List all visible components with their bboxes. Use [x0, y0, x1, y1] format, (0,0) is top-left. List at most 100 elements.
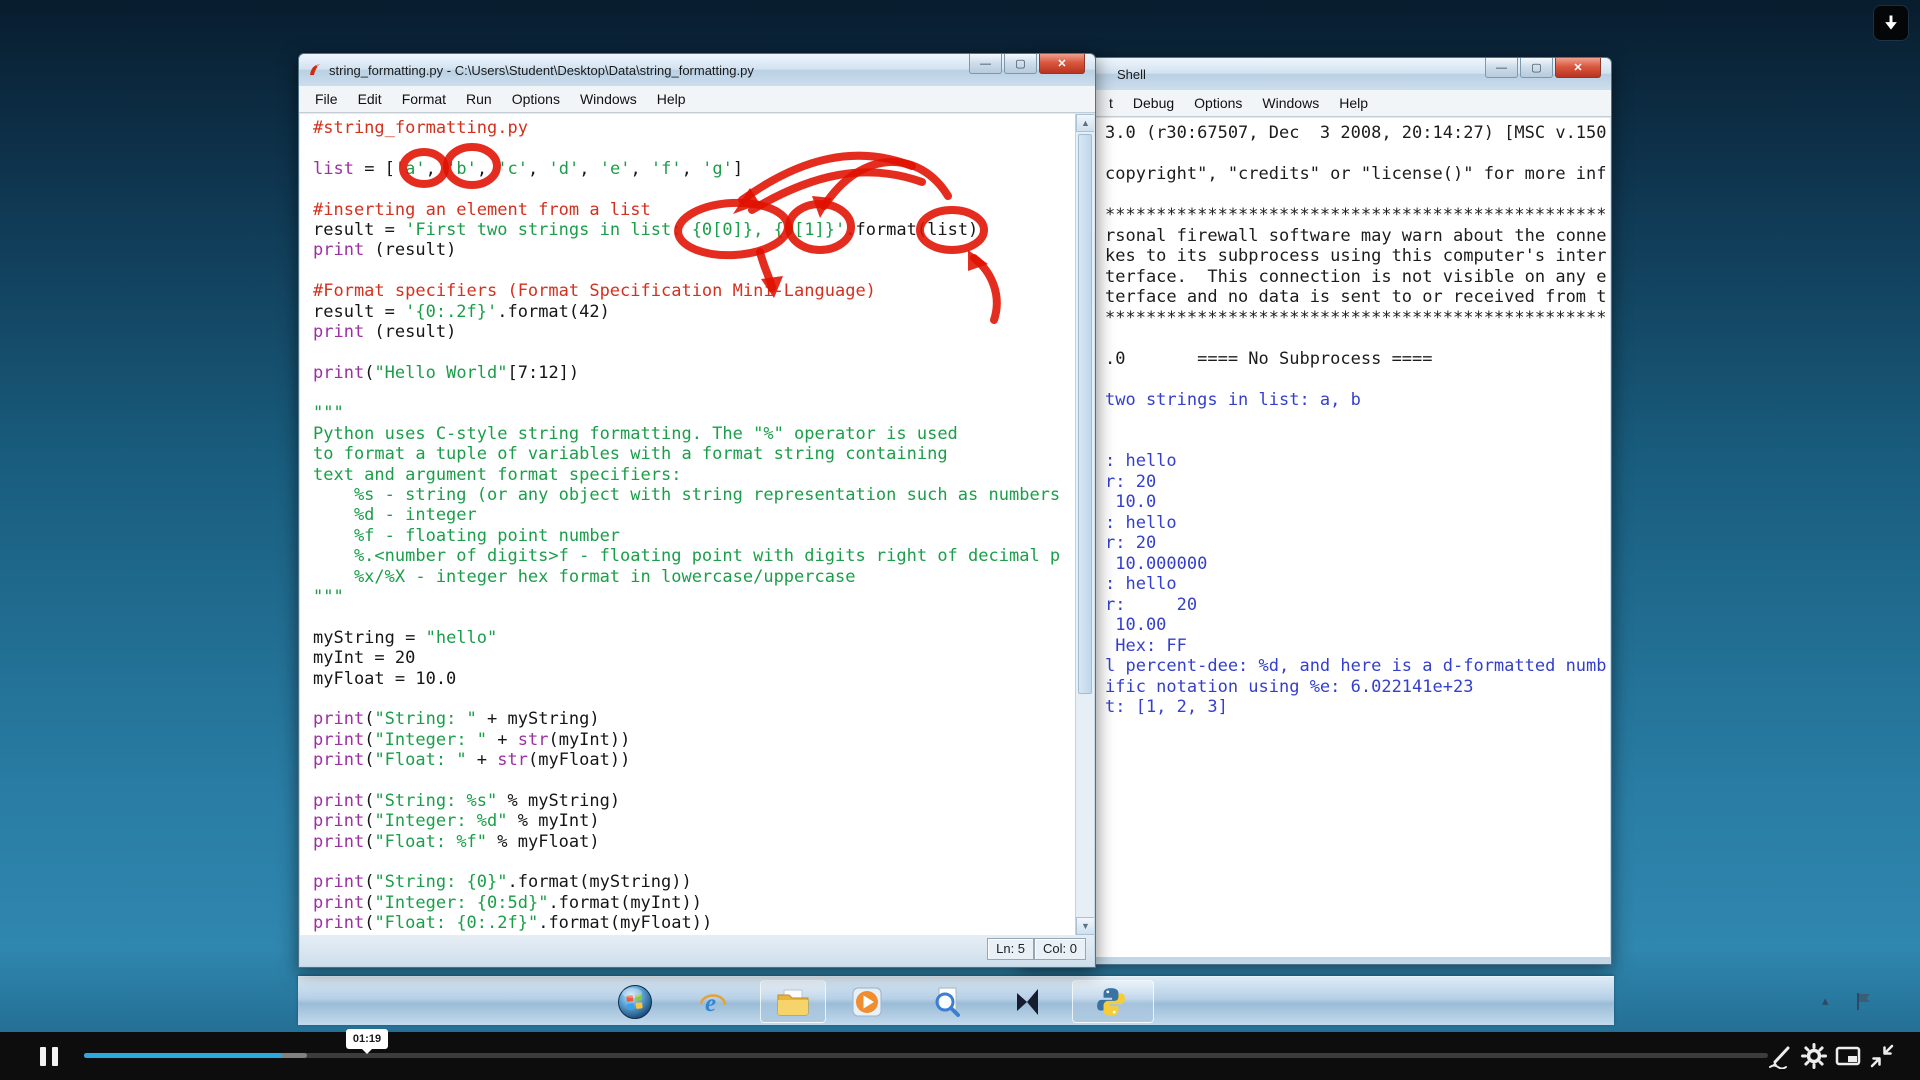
code-line: print("Hello World"[7:12])	[313, 363, 1072, 383]
editor-menu-windows[interactable]: Windows	[570, 91, 647, 107]
code-line: %s - string (or any object with string r…	[313, 485, 1072, 505]
editor-menu-run[interactable]: Run	[456, 91, 502, 107]
scroll-down-icon[interactable]: ▼	[1076, 917, 1094, 935]
code-line: to format a tuple of variables with a fo…	[313, 444, 1072, 464]
line-indicator: Ln: 5	[987, 938, 1034, 960]
editor-scrollbar[interactable]: ▲ ▼	[1075, 114, 1094, 935]
shell-line	[1105, 328, 1606, 349]
taskbar-item-ie[interactable]: e	[696, 985, 730, 1019]
taskbar-item-visual-studio[interactable]	[1010, 985, 1044, 1019]
python-icon	[1095, 986, 1127, 1018]
shell-menu-options[interactable]: Options	[1184, 95, 1252, 111]
editor-menu-format[interactable]: Format	[392, 91, 456, 107]
code-line: #inserting an element from a list	[313, 200, 1072, 220]
scroll-up-icon[interactable]: ▲	[1076, 114, 1094, 132]
exit-fullscreen-icon	[1869, 1043, 1895, 1069]
shell-menubar: tDebugOptionsWindowsHelp	[1021, 90, 1611, 117]
taskbar-item-python[interactable]	[1094, 985, 1128, 1019]
settings-button[interactable]	[1800, 1042, 1828, 1070]
editor-minimize-button[interactable]: —	[969, 54, 1002, 74]
editor-close-button[interactable]: ✕	[1039, 54, 1085, 74]
video-frame: Shell — ▢ ✕ tDebugOptionsWindowsHelp 3.0…	[0, 0, 1920, 1032]
shell-maximize-button[interactable]: ▢	[1520, 58, 1553, 78]
shell-text-area[interactable]: 3.0 (r30:67507, Dec 3 2008, 20:14:27) [M…	[1022, 118, 1610, 957]
code-line	[313, 179, 1072, 199]
code-line: Python uses C-style string formatting. T…	[313, 424, 1072, 444]
action-center-flag-icon[interactable]	[1854, 991, 1872, 1011]
taskbar-item-wmp[interactable]	[850, 985, 884, 1019]
shell-line: t: [1, 2, 3]	[1105, 697, 1606, 718]
editor-menu-help[interactable]: Help	[647, 91, 696, 107]
shell-line: : hello	[1105, 513, 1606, 534]
gear-icon	[1801, 1043, 1827, 1069]
code-line: print("String: %s" % myString)	[313, 791, 1072, 811]
shell-line: copyright", "credits" or "license()" for…	[1105, 164, 1606, 185]
annotate-icon	[1767, 1043, 1793, 1069]
shell-window-title: Shell	[1117, 67, 1146, 82]
shell-line: terface. This connection is not visible …	[1105, 267, 1606, 288]
code-line	[313, 383, 1072, 403]
code-line: print("Integer: {0:5d}".format(myInt))	[313, 893, 1072, 913]
code-line: print("String: {0}".format(myString))	[313, 872, 1072, 892]
video-player: Shell — ▢ ✕ tDebugOptionsWindowsHelp 3.0…	[0, 0, 1920, 1080]
code-line: myString = "hello"	[313, 628, 1072, 648]
search-icon	[931, 986, 963, 1018]
code-line: %.<number of digits>f - floating point w…	[313, 546, 1072, 566]
editor-titlebar[interactable]: string_formatting.py - C:\Users\Student\…	[299, 54, 1095, 86]
tray-show-hidden-icon[interactable]: ▴	[1822, 993, 1829, 1009]
editor-maximize-button[interactable]: ▢	[1004, 54, 1037, 74]
exit-fullscreen-button[interactable]	[1868, 1042, 1896, 1070]
shell-line: two strings in list: a, b	[1105, 390, 1606, 411]
download-button[interactable]	[1874, 6, 1908, 40]
start-orb-icon	[616, 983, 654, 1021]
shell-line: 3.0 (r30:67507, Dec 3 2008, 20:14:27) [M…	[1105, 123, 1606, 144]
start-button[interactable]	[616, 983, 654, 1021]
scrollbar-thumb[interactable]	[1078, 134, 1092, 694]
shell-line	[1105, 144, 1606, 165]
shell-line: : hello	[1105, 451, 1606, 472]
pip-button[interactable]	[1834, 1042, 1862, 1070]
idle-editor-window: string_formatting.py - C:\Users\Student\…	[298, 53, 1096, 968]
taskbar-item-search[interactable]	[930, 985, 964, 1019]
shell-line	[1105, 410, 1606, 431]
pause-button[interactable]	[36, 1044, 62, 1068]
code-line: myInt = 20	[313, 648, 1072, 668]
shell-close-button[interactable]: ✕	[1555, 58, 1601, 78]
code-line: print("String: " + myString)	[313, 709, 1072, 729]
windows-taskbar: e	[298, 976, 1614, 1025]
media-player-icon	[851, 986, 883, 1018]
shell-line: .0 ==== No Subprocess ====	[1105, 349, 1606, 370]
progress-bar[interactable]: 01:19	[84, 1053, 1768, 1058]
shell-minimize-button[interactable]: —	[1485, 58, 1518, 78]
editor-text-area[interactable]: #string_formatting.py list = ['a', 'b', …	[300, 114, 1094, 935]
shell-menu-t[interactable]: t	[1099, 95, 1123, 111]
annotate-button[interactable]	[1766, 1042, 1794, 1070]
shell-line: r: 20	[1105, 533, 1606, 554]
internet-explorer-icon: e	[697, 986, 729, 1018]
shell-menu-debug[interactable]: Debug	[1123, 95, 1184, 111]
shell-line	[1105, 369, 1606, 390]
editor-menu-edit[interactable]: Edit	[348, 91, 392, 107]
player-controls-bar: 01:19	[0, 1032, 1920, 1080]
shell-menu-help[interactable]: Help	[1329, 95, 1378, 111]
editor-menu-options[interactable]: Options	[502, 91, 570, 107]
code-line	[313, 689, 1072, 709]
editor-menu-file[interactable]: File	[305, 91, 348, 107]
code-line: %f - floating point number	[313, 526, 1072, 546]
python-shell-window: Shell — ▢ ✕ tDebugOptionsWindowsHelp 3.0…	[1020, 57, 1612, 965]
shell-line: : hello	[1105, 574, 1606, 595]
code-line: print("Float: %f" % myFloat)	[313, 832, 1072, 852]
shell-line: 10.000000	[1105, 554, 1606, 575]
code-line: print("Integer: %d" % myInt)	[313, 811, 1072, 831]
pause-icon	[52, 1047, 58, 1066]
shell-line: ****************************************…	[1105, 205, 1606, 226]
code-line	[313, 852, 1072, 872]
shell-output: 3.0 (r30:67507, Dec 3 2008, 20:14:27) [M…	[1105, 123, 1606, 718]
shell-line: rsonal firewall software may warn about …	[1105, 226, 1606, 247]
shell-menu-windows[interactable]: Windows	[1252, 95, 1329, 111]
code-line	[313, 261, 1072, 281]
code-line: """	[313, 403, 1072, 423]
taskbar-item-explorer[interactable]	[776, 985, 810, 1019]
progress-played	[84, 1053, 282, 1058]
shell-titlebar[interactable]: Shell — ▢ ✕	[1021, 58, 1611, 90]
